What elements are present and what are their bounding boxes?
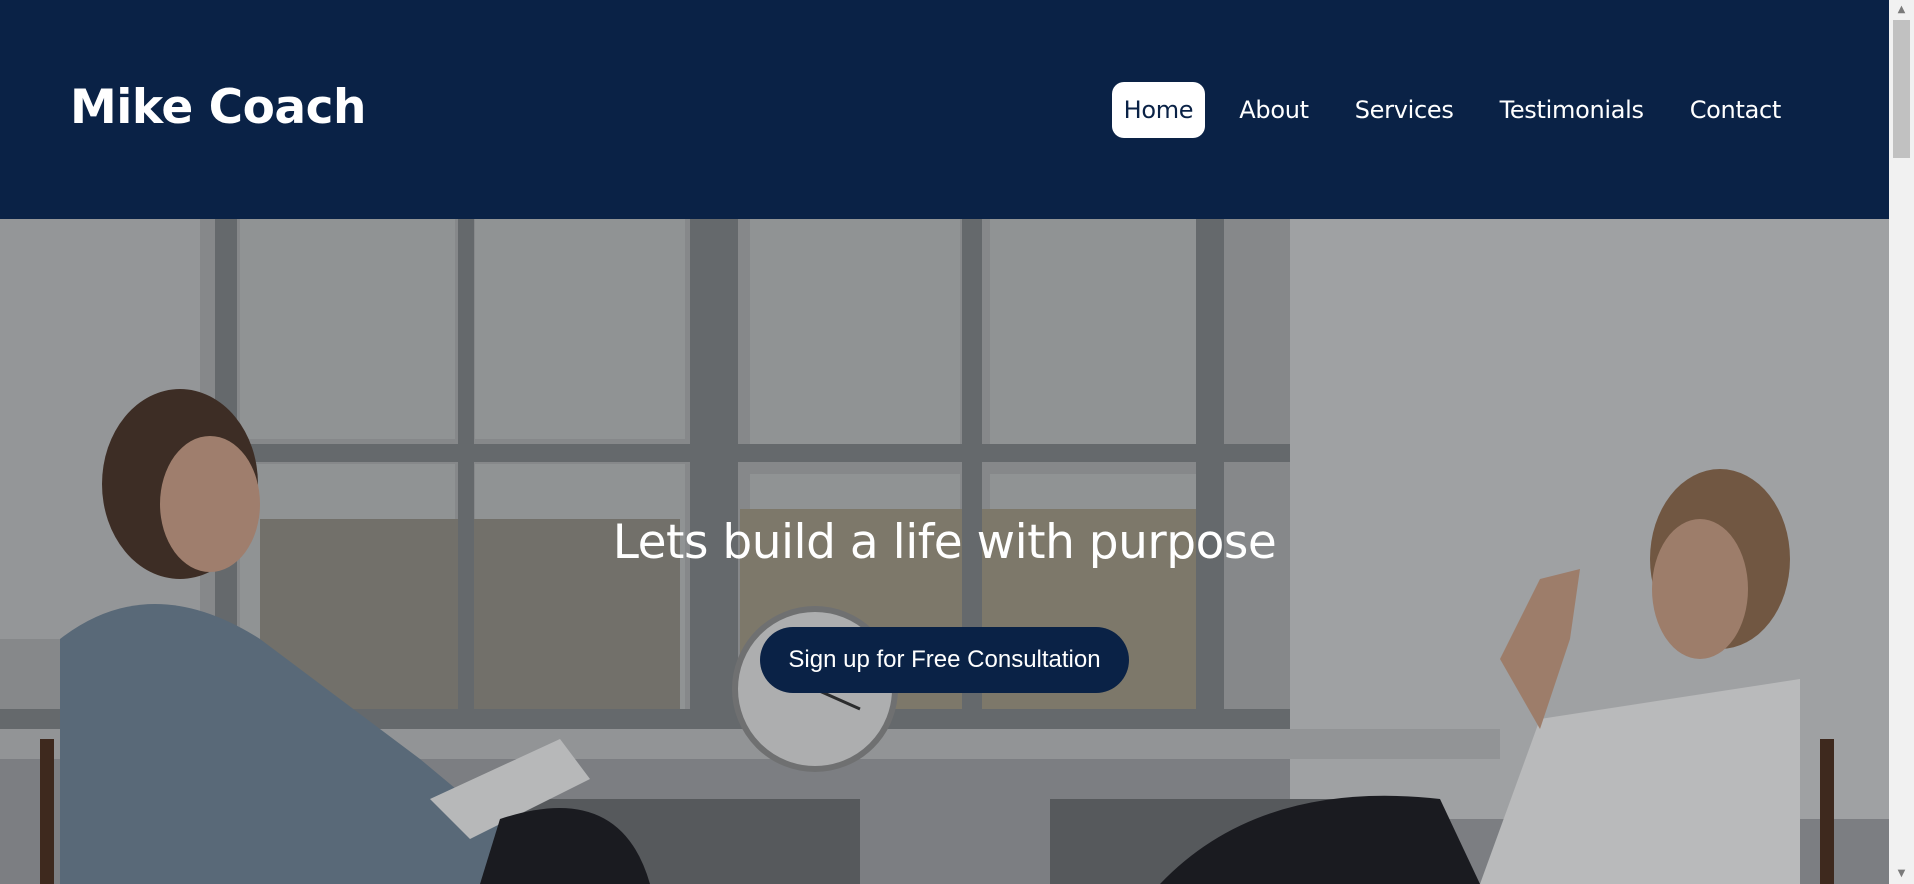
- nav-testimonials[interactable]: Testimonials: [1488, 82, 1656, 138]
- free-consultation-button[interactable]: Sign up for Free Consultation: [760, 627, 1129, 694]
- scroll-up-icon[interactable]: ▲: [1889, 2, 1914, 18]
- main-nav: Home About Services Testimonials Contact: [1111, 81, 1793, 138]
- hero-content: Lets build a life with purpose Sign up f…: [0, 219, 1889, 884]
- scroll-down-icon[interactable]: ▼: [1889, 866, 1914, 882]
- brand-logo[interactable]: Mike Coach: [70, 80, 366, 135]
- site-header: Mike Coach Home About Services Testimoni…: [0, 0, 1889, 219]
- page-scrollbar[interactable]: ▲ ▼: [1889, 0, 1914, 884]
- nav-services[interactable]: Services: [1343, 82, 1466, 138]
- nav-home[interactable]: Home: [1111, 81, 1206, 138]
- nav-contact[interactable]: Contact: [1678, 82, 1793, 138]
- page: Mike Coach Home About Services Testimoni…: [0, 0, 1914, 884]
- scroll-thumb[interactable]: [1893, 20, 1910, 158]
- hero-title: Lets build a life with purpose: [612, 515, 1277, 570]
- nav-about[interactable]: About: [1227, 82, 1320, 138]
- hero-section: Lets build a life with purpose Sign up f…: [0, 219, 1889, 884]
